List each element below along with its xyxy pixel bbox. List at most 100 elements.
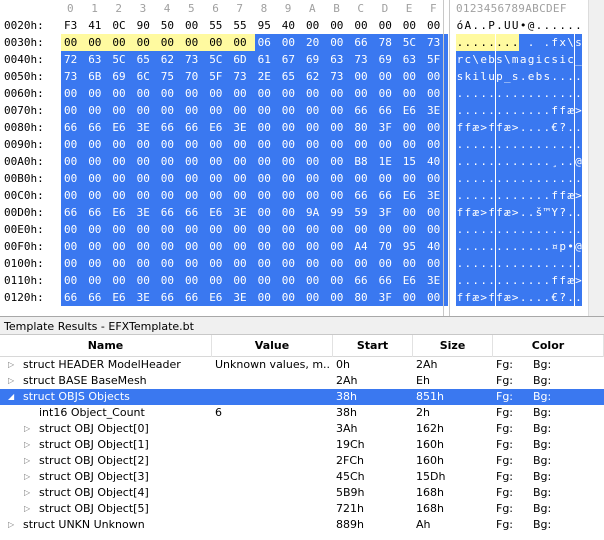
hex-row[interactable]: 0040h: 72 r 63 c 5C \ 65 e 62 b 73 s 5C \ 6D m 61 a 67 g 69 i 6… (0, 51, 604, 68)
hex-byte[interactable]: E6 (399, 272, 424, 289)
expander-closed-icon[interactable]: ▷ (24, 485, 30, 501)
ascii-char[interactable]: . (574, 119, 583, 136)
ascii-char[interactable]: p (558, 238, 567, 255)
ascii-char[interactable]: . (559, 17, 567, 34)
hex-byte[interactable]: 00 (303, 289, 328, 306)
ascii-char[interactable]: . (519, 289, 528, 306)
hex-byte[interactable]: 66 (375, 187, 400, 204)
hex-byte[interactable]: 00 (182, 238, 207, 255)
template-row[interactable]: ▷ struct OBJ Object[5] 721h 168h Fg: Bg: (0, 501, 604, 517)
hex-byte[interactable]: E6 (109, 204, 134, 221)
hex-byte[interactable]: 00 (424, 204, 449, 221)
ascii-char[interactable]: . (519, 255, 528, 272)
template-row[interactable]: ▷ struct UNKN Unknown 889h Ah Fg: Bg: (0, 517, 604, 533)
ascii-char[interactable]: s (495, 51, 504, 68)
hex-byte[interactable]: 00 (254, 153, 279, 170)
hex-byte[interactable]: 00 (85, 221, 110, 238)
hex-byte[interactable]: 65 (133, 51, 158, 68)
hex-byte[interactable]: 00 (157, 187, 182, 204)
hex-byte[interactable]: 62 (303, 68, 328, 85)
hex-byte[interactable]: 73 (230, 68, 255, 85)
ascii-char[interactable]: A (464, 17, 472, 34)
hex-byte[interactable]: 66 (61, 289, 86, 306)
hex-row[interactable]: 0020h: F3 ó 41 A 0C. 90. 50 P 00. 55 U 55 U 95 • 40 @00. 0… (0, 17, 604, 34)
ascii-char[interactable]: . (503, 153, 512, 170)
ascii-char[interactable]: . (550, 85, 559, 102)
ascii-char[interactable]: . (574, 255, 583, 272)
hex-byte[interactable]: 63 (399, 51, 424, 68)
ascii-char[interactable]: > (479, 204, 488, 221)
hex-byte[interactable]: 00 (133, 255, 158, 272)
ascii-char[interactable]: . (535, 17, 543, 34)
hex-byte[interactable]: 00 (61, 255, 86, 272)
hex-byte[interactable]: 00 (109, 221, 134, 238)
ascii-char[interactable]: u (487, 68, 496, 85)
ascii-char[interactable] (535, 34, 543, 51)
ascii-char[interactable]: . (456, 85, 464, 102)
ascii-char[interactable]: . (519, 153, 528, 170)
ascii-char[interactable]: . (511, 85, 520, 102)
ascii-char[interactable]: > (574, 272, 583, 289)
ascii-char[interactable]: . (567, 17, 575, 34)
ascii-char[interactable]: _ (574, 51, 583, 68)
hex-byte[interactable]: 00 (327, 153, 352, 170)
hex-byte[interactable]: 00 (424, 289, 449, 306)
hex-byte[interactable]: 00 (133, 170, 158, 187)
ascii-char[interactable]: . (456, 187, 464, 204)
hex-byte[interactable]: 00 (424, 68, 449, 85)
expander-open-icon[interactable]: ◢ (8, 389, 14, 405)
hex-byte[interactable]: 40 (424, 238, 449, 255)
hex-byte[interactable]: 66 (351, 187, 376, 204)
hex-byte[interactable]: 00 (351, 255, 376, 272)
ascii-char[interactable]: P (488, 17, 496, 34)
hex-byte[interactable]: 66 (85, 289, 110, 306)
ascii-char[interactable]: U (503, 17, 511, 34)
ascii-char[interactable]: . (542, 85, 551, 102)
hex-byte[interactable]: 00 (182, 136, 207, 153)
column-header-name[interactable]: Name (0, 335, 212, 357)
hex-byte[interactable]: 00 (327, 289, 352, 306)
ascii-char[interactable]: . (471, 34, 480, 51)
hex-byte[interactable]: 00 (303, 85, 328, 102)
hex-byte[interactable]: 00 (85, 272, 110, 289)
ascii-char[interactable]: . (463, 102, 472, 119)
hex-byte[interactable]: 00 (278, 187, 303, 204)
ascii-char[interactable]: \ (566, 34, 575, 51)
ascii-char[interactable]: . (503, 238, 512, 255)
hex-byte[interactable]: 00 (109, 255, 134, 272)
ascii-char[interactable]: . (479, 238, 488, 255)
ascii-char[interactable]: . (527, 289, 535, 306)
hex-byte[interactable]: 00 (351, 170, 376, 187)
hex-byte[interactable]: 2E (254, 68, 279, 85)
hex-byte[interactable]: 69 (375, 51, 400, 68)
hex-byte[interactable]: 00 (303, 153, 328, 170)
ascii-char[interactable]: . (487, 238, 496, 255)
hex-byte[interactable]: 00 (254, 289, 279, 306)
ascii-char[interactable]: s (511, 68, 520, 85)
hex-byte[interactable]: 00 (182, 153, 207, 170)
hex-byte[interactable]: 00 (424, 85, 449, 102)
ascii-char[interactable]: . (456, 170, 464, 187)
hex-byte[interactable]: 3F (375, 204, 400, 221)
hex-byte[interactable]: 00 (254, 170, 279, 187)
ascii-char[interactable]: f (495, 204, 504, 221)
hex-byte[interactable]: 00 (424, 221, 449, 238)
hex-byte[interactable]: 00 (182, 85, 207, 102)
ascii-char[interactable]: . (479, 255, 488, 272)
hex-row[interactable]: 00C0h: 00. 00. 00. 00. 00. 00. 00. 00. 00. 00. 00. 0… (0, 187, 604, 204)
ascii-char[interactable]: . (511, 255, 520, 272)
hex-byte[interactable]: 00 (303, 17, 327, 34)
hex-byte[interactable]: 55 (230, 17, 254, 34)
ascii-char[interactable]: s (550, 51, 559, 68)
ascii-char[interactable]: . (495, 136, 504, 153)
ascii-char[interactable]: æ (503, 289, 512, 306)
hex-byte[interactable]: 00 (157, 102, 182, 119)
hex-byte[interactable]: 00 (206, 272, 231, 289)
hex-vertical-scrollbar[interactable] (588, 0, 604, 316)
column-header-color[interactable]: Color (493, 335, 604, 357)
ascii-char[interactable]: . (487, 85, 496, 102)
hex-byte[interactable]: 00 (157, 221, 182, 238)
hex-byte[interactable]: 66 (351, 34, 376, 51)
ascii-char[interactable]: . (519, 272, 528, 289)
ascii-char[interactable]: . (550, 170, 559, 187)
